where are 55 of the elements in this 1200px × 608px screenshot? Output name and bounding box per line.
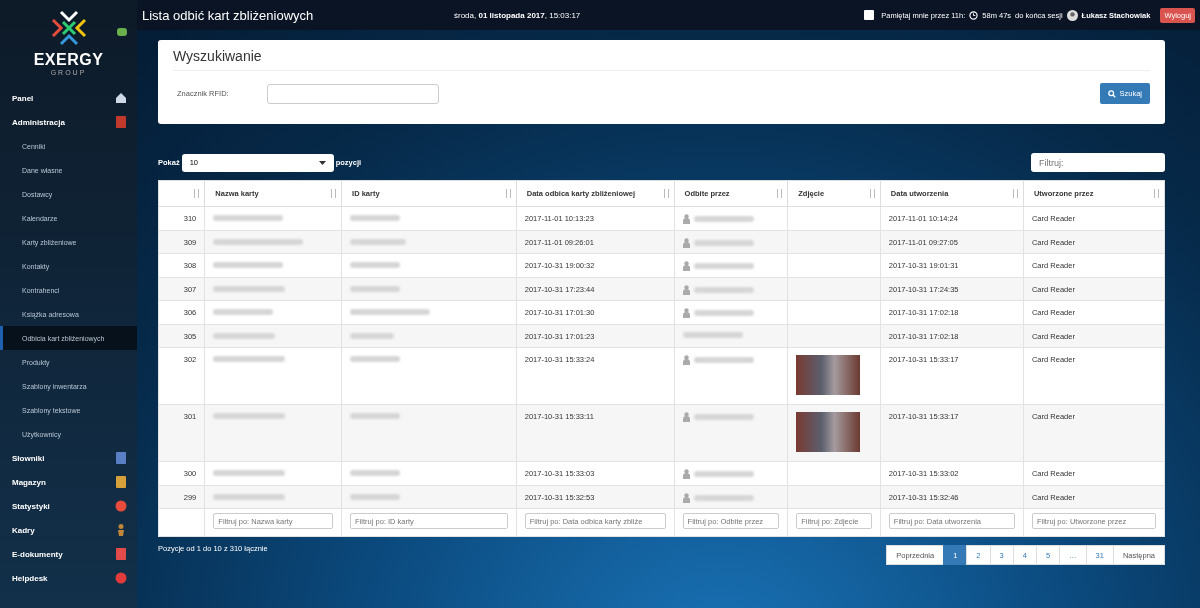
redacted-text bbox=[693, 414, 754, 420]
filter-input[interactable]: Filtruj: bbox=[1031, 153, 1165, 172]
date-text: środa, 01 listopada 2017, 15:03:17 bbox=[453, 10, 582, 20]
sidebar-item[interactable]: Helpdesk bbox=[0, 566, 137, 590]
sort-icon bbox=[776, 189, 784, 198]
clock-icon bbox=[969, 10, 979, 20]
redacted-text bbox=[693, 239, 754, 246]
panel-title: Wyszukiwanie bbox=[173, 48, 1150, 71]
sidebar-toggle-icon[interactable] bbox=[117, 28, 127, 36]
redacted-text bbox=[350, 356, 401, 362]
sort-icon bbox=[193, 189, 201, 198]
logo-text: EXERGY bbox=[33, 52, 104, 68]
sort-icon bbox=[330, 189, 338, 198]
sidebar-item[interactable]: Słowniki bbox=[0, 446, 137, 470]
redacted-text bbox=[213, 215, 284, 221]
photo-placeholder[interactable] bbox=[796, 355, 861, 395]
sidebar-item[interactable]: Statystyki bbox=[0, 494, 137, 518]
caret-icon bbox=[318, 160, 326, 165]
sort-icon bbox=[662, 189, 670, 198]
redacted-text bbox=[350, 262, 401, 268]
sidebar-item[interactable]: Panel bbox=[0, 86, 137, 110]
redacted-text bbox=[693, 494, 754, 501]
photo-placeholder[interactable] bbox=[796, 412, 861, 452]
redacted-text bbox=[693, 471, 754, 477]
sidebar-item[interactable]: E-dokumenty bbox=[0, 542, 137, 566]
user-avatar-icon bbox=[1066, 9, 1078, 21]
redacted-text bbox=[350, 470, 401, 476]
redacted-text bbox=[693, 310, 754, 316]
redacted-text bbox=[350, 238, 407, 245]
redacted-text bbox=[213, 309, 274, 315]
sidebar-item[interactable]: Kadry bbox=[0, 518, 137, 542]
redacted-text bbox=[213, 262, 284, 268]
sort-icon bbox=[504, 189, 512, 198]
sort-icon bbox=[868, 189, 876, 198]
redacted-text bbox=[693, 216, 754, 222]
page-title: Lista odbić kart zbliżeniowych bbox=[142, 7, 315, 23]
redacted-text bbox=[350, 215, 401, 221]
person-icon bbox=[115, 524, 127, 536]
redacted-text bbox=[693, 357, 754, 363]
redacted-text bbox=[350, 285, 401, 292]
redacted-text bbox=[682, 331, 743, 338]
redacted-text bbox=[693, 263, 754, 269]
sort-icon bbox=[1011, 189, 1019, 198]
search-icon bbox=[1108, 89, 1117, 98]
redacted-text bbox=[350, 493, 401, 500]
home-icon bbox=[115, 92, 127, 104]
remember-checkbox[interactable] bbox=[864, 10, 875, 20]
redacted-text bbox=[350, 332, 395, 339]
redacted-text bbox=[350, 413, 401, 419]
rfid-input[interactable] bbox=[267, 83, 439, 104]
sidebar-item[interactable]: Magazyn bbox=[0, 470, 137, 494]
sidebar-item[interactable]: Administracja bbox=[0, 110, 137, 134]
redacted-text bbox=[693, 286, 754, 293]
redacted-text bbox=[213, 332, 276, 339]
sort-icon bbox=[1153, 189, 1160, 198]
